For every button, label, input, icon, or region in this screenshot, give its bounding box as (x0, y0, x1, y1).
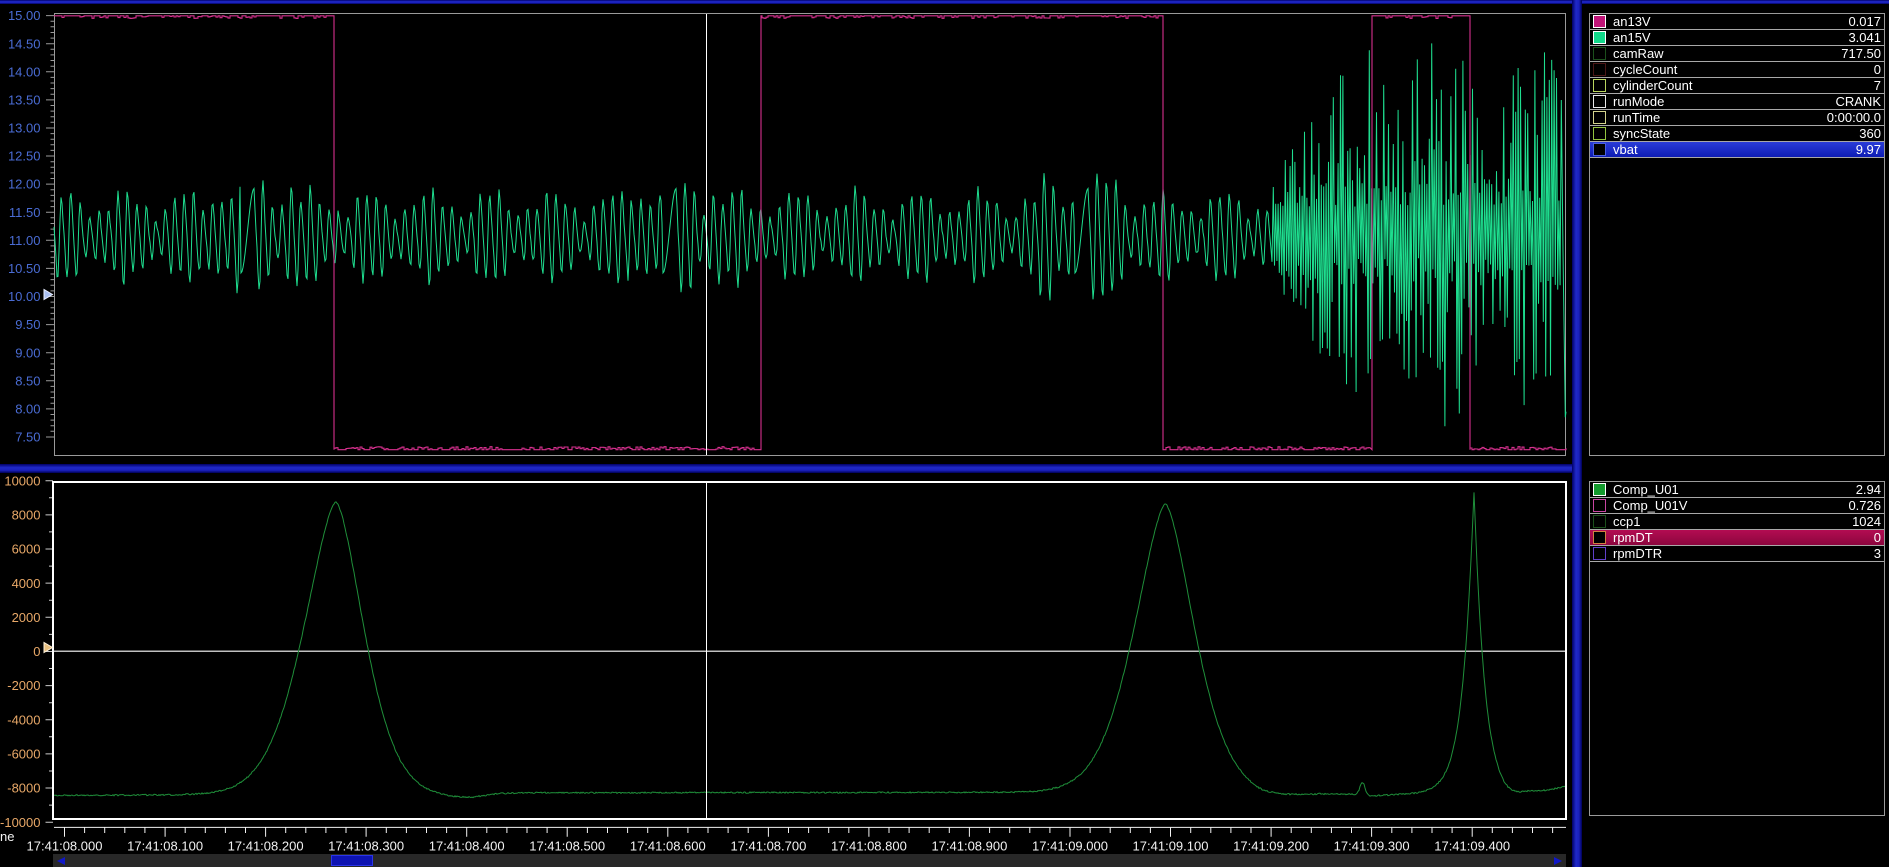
svg-text:11.00: 11.00 (9, 233, 41, 248)
svg-text:12.50: 12.50 (8, 149, 41, 164)
svg-text:8.00: 8.00 (15, 402, 40, 417)
svg-text:15.00: 15.00 (8, 8, 41, 23)
svg-text:2000: 2000 (12, 610, 41, 625)
svg-text:9.50: 9.50 (15, 317, 40, 332)
svg-text:8.50: 8.50 (15, 373, 40, 388)
svg-text:4000: 4000 (12, 576, 41, 591)
svg-text:17:41:09.100: 17:41:09.100 (1133, 839, 1209, 854)
svg-text:17:41:08.600: 17:41:08.600 (630, 839, 706, 854)
svg-text:-2000: -2000 (7, 678, 40, 693)
svg-text:14.50: 14.50 (8, 36, 41, 51)
svg-text:17:41:08.800: 17:41:08.800 (831, 839, 907, 854)
svg-text:10.00: 10.00 (8, 289, 41, 304)
svg-text:17:41:08.100: 17:41:08.100 (127, 839, 203, 854)
svg-text:17:41:09.000: 17:41:09.000 (1032, 839, 1108, 854)
svg-text:-8000: -8000 (7, 781, 40, 796)
svg-text:-10000: -10000 (0, 815, 40, 830)
svg-text:-4000: -4000 (7, 712, 40, 727)
svg-text:17:41:08.000: 17:41:08.000 (27, 839, 103, 854)
svg-text:12.00: 12.00 (8, 177, 41, 192)
svg-text:8000: 8000 (12, 508, 41, 523)
svg-text:17:41:08.400: 17:41:08.400 (429, 839, 505, 854)
svg-text:13.50: 13.50 (8, 93, 41, 108)
svg-text:17:41:08.900: 17:41:08.900 (931, 839, 1007, 854)
svg-text:17:41:09.300: 17:41:09.300 (1334, 839, 1410, 854)
svg-text:7.50: 7.50 (15, 430, 40, 445)
svg-text:17:41:09.400: 17:41:09.400 (1434, 839, 1510, 854)
svg-text:10000: 10000 (4, 473, 40, 488)
svg-text:17:41:08.700: 17:41:08.700 (730, 839, 806, 854)
svg-text:17:41:08.300: 17:41:08.300 (328, 839, 404, 854)
svg-text:0: 0 (33, 644, 40, 659)
svg-text:9.00: 9.00 (15, 345, 40, 360)
svg-text:13.00: 13.00 (8, 121, 41, 136)
svg-text:17:41:08.500: 17:41:08.500 (529, 839, 605, 854)
svg-text:11.50: 11.50 (9, 205, 41, 220)
svg-text:17:41:08.200: 17:41:08.200 (228, 839, 304, 854)
svg-text:-6000: -6000 (7, 747, 40, 762)
svg-text:ne: ne (0, 829, 14, 844)
svg-text:6000: 6000 (12, 542, 41, 557)
svg-text:14.00: 14.00 (8, 64, 41, 79)
svg-text:10.50: 10.50 (8, 261, 41, 276)
svg-text:17:41:09.200: 17:41:09.200 (1233, 839, 1309, 854)
